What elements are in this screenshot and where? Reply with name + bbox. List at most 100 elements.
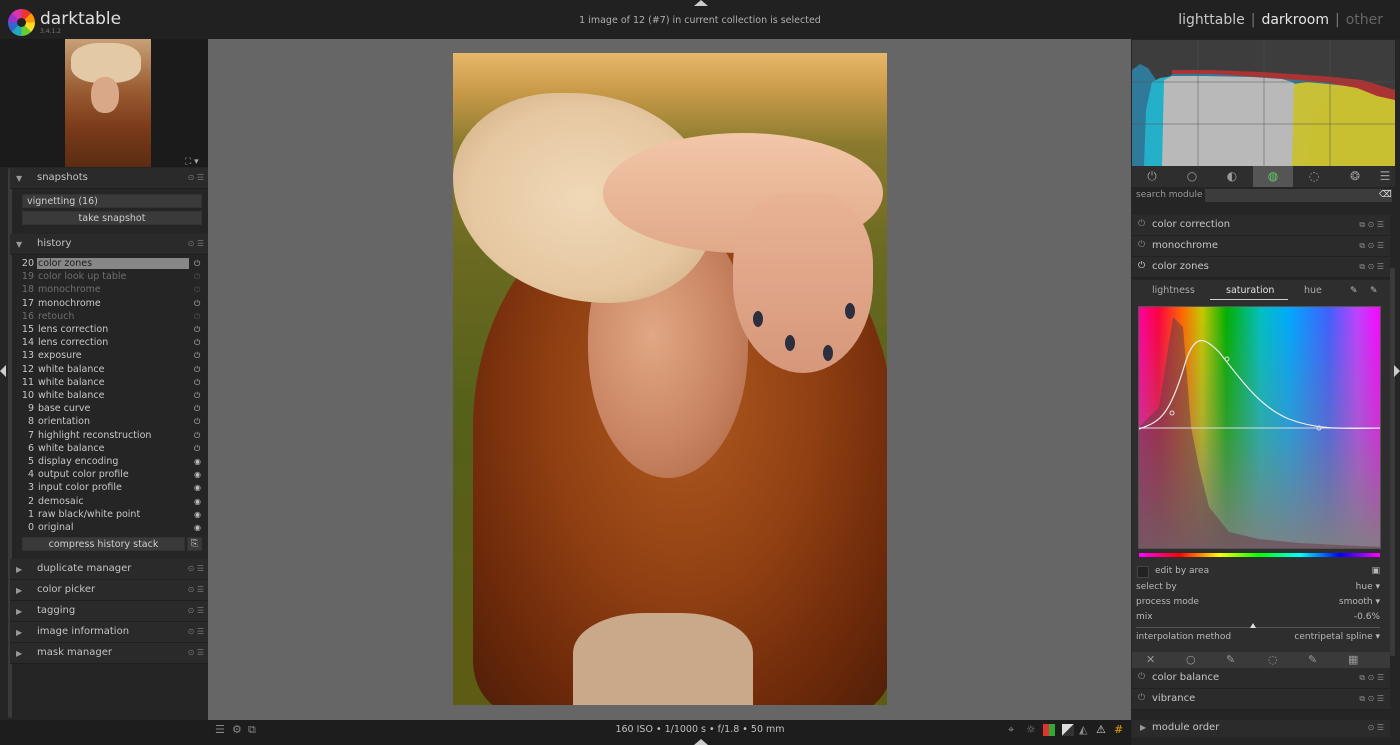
gamut-check-icon[interactable] [1062,724,1074,736]
history-item[interactable]: 12 white balance ⏻ [20,364,208,377]
reset-presets-icon[interactable]: ⊙ ☰ [188,239,204,248]
module-actions-icon[interactable]: ⧉ ⊙ ☰ [1359,220,1384,230]
reset-presets-icon[interactable]: ⊙ ☰ [1368,723,1384,732]
mix-row[interactable]: mix -0.6% [1136,612,1380,625]
base-group-tab-icon[interactable]: ○ [1172,166,1212,187]
history-item[interactable]: 15 lens correction ⏻ [20,324,208,337]
history-item[interactable]: 17 monochrome ⏻ [20,298,208,311]
duplicate-manager-header[interactable]: ▶ duplicate manager ⊙ ☰ [10,559,210,580]
overlay-icon[interactable]: ◭ [1079,723,1087,736]
history-item[interactable]: 4 output color profile ◉ [20,469,208,482]
reset-presets-icon[interactable]: ⊙ ☰ [188,564,204,573]
module-actions-icon[interactable]: ⧉ ⊙ ☰ [1359,262,1384,272]
module-color-correction[interactable]: ⏻ color correction ⧉ ⊙ ☰ [1132,215,1390,236]
module-actions-icon[interactable]: ⧉ ⊙ ☰ [1359,673,1384,683]
reset-presets-icon[interactable]: ⊙ ☰ [188,585,204,594]
history-item[interactable]: 3 input color profile ◉ [20,482,208,495]
reset-presets-icon[interactable]: ⊙ ☰ [188,648,204,657]
power-icon[interactable]: ⏻ [1138,693,1145,703]
tab-saturation[interactable]: saturation [1226,285,1274,296]
interpolation-value[interactable]: centripetal spline ▾ [1294,632,1380,642]
history-item[interactable]: 1 raw black/white point ◉ [20,509,208,522]
correct-group-tab-icon[interactable]: ◌ [1294,166,1334,187]
picker-area-icon[interactable]: ✎ [1370,286,1378,296]
edit-by-area-toggle-icon[interactable]: ▣ [1371,566,1380,576]
history-item[interactable]: 13 exposure ⏻ [20,350,208,363]
navigation-preview[interactable]: ⛶ ▾ [0,39,208,167]
reset-presets-icon[interactable]: ⊙ ☰ [188,173,204,182]
clear-search-icon[interactable]: ⌫ [1379,190,1392,200]
module-actions-icon[interactable]: ⧉ ⊙ ☰ [1359,241,1384,251]
power-icon[interactable]: ⏻ [1138,240,1145,250]
view-darkroom[interactable]: darkroom [1261,12,1329,28]
module-vibrance[interactable]: ⏻ vibrance ⧉ ⊙ ☰ [1132,689,1390,710]
view-lighttable[interactable]: lighttable [1178,12,1245,28]
history-item[interactable]: 19 color look up table ⏻ [20,271,208,284]
image-information-header[interactable]: ▶ image information ⊙ ☰ [10,622,210,643]
raw-overexposed-icon[interactable]: ☼ [1026,723,1036,736]
history-item[interactable]: 16 retouch ⏻ [20,311,208,324]
module-actions-icon[interactable]: ⧉ ⊙ ☰ [1359,694,1384,704]
blend-uniform-icon[interactable]: ○ [1186,653,1196,666]
edit-by-area-checkbox[interactable] [1137,566,1149,578]
select-by-value[interactable]: hue ▾ [1356,582,1380,592]
process-mode-row[interactable]: process mode smooth ▾ [1136,597,1380,610]
compress-history-button[interactable]: compress history stack [22,537,185,551]
collapse-top-icon[interactable] [694,0,708,6]
quick-access-icon[interactable]: ☰ [215,723,225,736]
select-by-row[interactable]: select by hue ▾ [1136,582,1380,595]
group-presets-icon[interactable]: ☰ [1375,166,1395,187]
interpolation-row[interactable]: interpolation method centripetal spline ▾ [1136,632,1380,645]
history-item[interactable]: 14 lens correction ⏻ [20,337,208,350]
module-color-zones[interactable]: ⏻ color zones ⧉ ⊙ ☰ [1132,257,1390,278]
tagging-header[interactable]: ▶ tagging ⊙ ☰ [10,601,210,622]
effect-group-tab-icon[interactable]: ❂ [1335,166,1375,187]
blend-raster-mask-icon[interactable]: ▦ [1348,653,1358,666]
tone-group-tab-icon[interactable]: ◐ [1212,166,1252,187]
softproof-icon[interactable] [1043,724,1055,736]
color-zones-graph[interactable] [1138,306,1381,549]
picker-icon[interactable]: ✎ [1350,286,1358,296]
power-icon[interactable]: ⏻ [1138,672,1145,682]
color-picker-header[interactable]: ▶ color picker ⊙ ☰ [10,580,210,601]
image-thumbnail[interactable] [65,39,151,167]
module-monochrome[interactable]: ⏻ monochrome ⧉ ⊙ ☰ [1132,236,1390,257]
collapse-bottom-icon[interactable] [694,739,708,745]
module-order-header[interactable]: ▶ module order ⊙ ☰ [1132,720,1390,737]
second-window-icon[interactable]: ⧉ [248,723,256,737]
copy-history-icon[interactable]: ⎘ [187,537,202,551]
view-other[interactable]: other [1346,12,1383,28]
history-item[interactable]: 6 white balance ⏻ [20,443,208,456]
process-mode-value[interactable]: smooth ▾ [1339,597,1380,607]
blend-off-icon[interactable]: ✕ [1146,653,1155,666]
reset-presets-icon[interactable]: ⊙ ☰ [188,627,204,636]
color-group-tab-icon[interactable]: ◍ [1253,166,1293,187]
history-item[interactable]: 5 display encoding ◉ [20,456,208,469]
history-item[interactable]: 8 orientation ⏻ [20,416,208,429]
active-modules-tab-icon[interactable]: ⏻ [1132,166,1172,187]
histogram[interactable] [1132,40,1395,166]
collapse-left-icon[interactable] [0,365,6,377]
search-module-input[interactable] [1205,189,1392,202]
focus-peaking-icon[interactable]: ⌖ [1008,723,1014,737]
blend-drawn-mask-icon[interactable]: ✎ [1226,653,1235,666]
mix-slider[interactable] [1136,627,1380,628]
take-snapshot-button[interactable]: take snapshot [22,211,202,225]
clipping-warning-icon[interactable]: ⚠ [1096,723,1106,736]
snapshots-header[interactable]: ▼ snapshots ⊙ ☰ [10,168,210,189]
history-item[interactable]: 9 base curve ⏻ [20,403,208,416]
mask-manager-header[interactable]: ▶ mask manager ⊙ ☰ [10,643,210,664]
blend-parametric-mask-icon[interactable]: ◌ [1268,653,1278,666]
main-image[interactable] [453,53,887,705]
blend-drawn-parametric-icon[interactable]: ✎ [1308,653,1317,666]
tab-lightness[interactable]: lightness [1152,285,1195,296]
power-icon[interactable]: ⏻ [1138,219,1145,229]
power-icon[interactable]: ⏻ [1138,261,1145,271]
fit-zoom-icon[interactable]: ⛶ ▾ [185,157,199,167]
history-item[interactable]: 10 white balance ⏻ [20,390,208,403]
reset-presets-icon[interactable]: ⊙ ☰ [188,606,204,615]
guides-icon[interactable]: # [1114,723,1123,736]
collapse-right-icon[interactable] [1394,365,1400,377]
mix-slider-handle[interactable] [1250,623,1256,628]
right-scrollbar[interactable] [1390,268,1395,656]
